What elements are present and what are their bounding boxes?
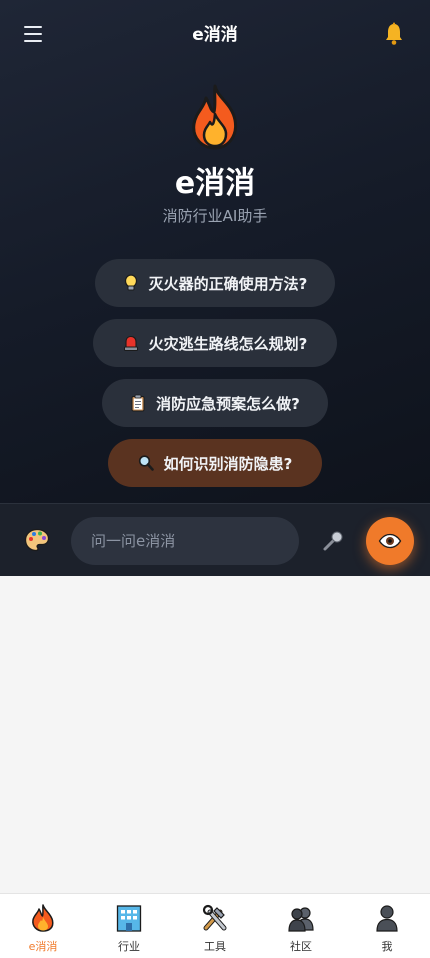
microphone-icon[interactable] [322,530,344,552]
tab-label: 工具 [204,940,226,953]
fire-icon [192,84,238,150]
suggestion-chip-active[interactable]: 如何识别消防隐患? [108,439,322,487]
app-subtitle: 消防行业AI助手 [162,207,268,225]
bell-icon[interactable] [384,22,404,46]
suggestion-chip[interactable]: 火灾逃生路线怎么规划? [93,319,337,367]
eye-icon [378,533,402,549]
palette-icon[interactable] [24,528,50,552]
tab-label: 社区 [290,940,312,953]
tab-label: 我 [381,940,393,953]
ask-input[interactable] [71,517,299,565]
tab-label: e消消 [28,940,58,953]
hero-section: e消消 e消消 消防行业AI助手 灭火器的正确使用方法? 火灾逃生路线怎么规划? [0,0,430,576]
input-bar [0,503,430,576]
suggestion-label: 如何识别消防隐患? [163,454,293,473]
clipboard-icon [131,394,145,412]
tab-tools[interactable]: 工具 [172,894,258,958]
fire-icon [32,904,54,932]
suggestion-chip[interactable]: 灭火器的正确使用方法? [95,259,335,307]
suggestion-label: 火灾逃生路线怎么规划? [148,334,308,353]
tab-label: 行业 [118,940,140,953]
top-bar: e消消 [0,0,430,68]
person-icon [376,905,398,932]
magnifier-icon [138,455,154,471]
eye-button[interactable] [366,517,414,565]
lightbulb-icon [124,274,137,291]
tab-me[interactable]: 我 [344,894,430,958]
people-icon [288,907,314,932]
bottom-tab-bar: e消消 行业 工具 社区 我 [0,893,430,958]
tab-community[interactable]: 社区 [258,894,344,958]
tab-emxm[interactable]: e消消 [0,894,86,958]
office-building-icon [116,905,142,932]
suggestion-label: 灭火器的正确使用方法? [148,274,308,293]
suggestion-label: 消防应急预案怎么做? [156,394,300,413]
tools-icon [202,904,227,931]
tab-industry[interactable]: 行业 [86,894,172,958]
page-title: e消消 [192,25,238,45]
siren-icon [123,335,138,351]
suggestion-chip[interactable]: 消防应急预案怎么做? [102,379,328,427]
app-name: e消消 [174,166,256,201]
